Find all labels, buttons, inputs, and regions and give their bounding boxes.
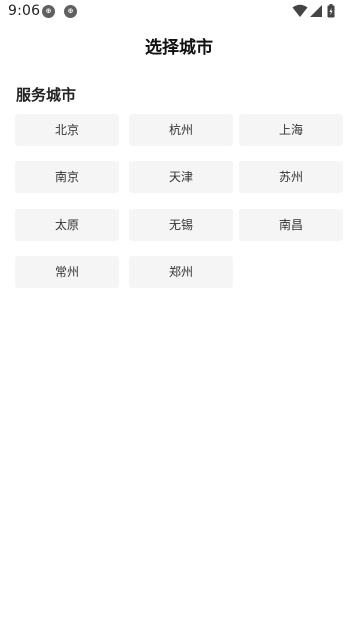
status-bar: 9:06 ⊕ ⊕	[0, 0, 358, 24]
section-title: 服务城市	[16, 86, 77, 104]
status-time: 9:06	[8, 3, 41, 19]
page-title: 选择城市	[145, 38, 213, 58]
city-button[interactable]: 上海	[239, 114, 343, 146]
city-button[interactable]: 南昌	[239, 209, 343, 241]
city-button[interactable]: 杭州	[129, 114, 233, 146]
city-button[interactable]: 天津	[129, 161, 233, 193]
app-notification-icon: ⊕	[42, 5, 55, 18]
city-button[interactable]: 郑州	[129, 256, 233, 288]
app-notification-icon: ⊕	[64, 5, 77, 18]
city-button[interactable]: 太原	[15, 209, 119, 241]
battery-icon	[327, 4, 335, 18]
cellular-signal-icon	[310, 5, 322, 17]
city-button[interactable]: 苏州	[239, 161, 343, 193]
city-button[interactable]: 南京	[15, 161, 119, 193]
wifi-icon	[292, 4, 308, 17]
city-button[interactable]: 常州	[15, 256, 119, 288]
city-button[interactable]: 北京	[15, 114, 119, 146]
city-button[interactable]: 无锡	[129, 209, 233, 241]
